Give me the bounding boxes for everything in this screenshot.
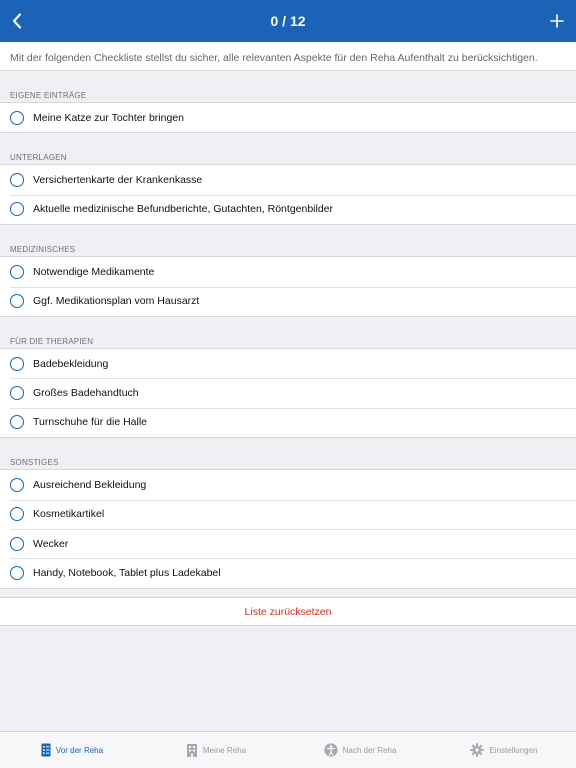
gear-icon — [470, 743, 485, 757]
tab-label: Einstellungen — [489, 745, 538, 755]
section-header: EIGENE EINTRÄGE — [10, 91, 87, 100]
tab-label: Nach der Reha — [342, 745, 397, 755]
navigation-bar: 0 / 12 — [0, 0, 576, 42]
item-label: Meine Katze zur Tochter bringen — [33, 111, 184, 124]
intro-text: Mit der folgenden Checkliste stellst du … — [0, 42, 576, 71]
item-label: Großes Badehandtuch — [33, 387, 139, 400]
item-label: Kosmetikartikel — [33, 508, 105, 521]
tab-nach-der-reha[interactable]: Nach der Reha — [288, 732, 432, 768]
checkbox-circle-icon[interactable] — [10, 477, 24, 492]
add-item-button[interactable] — [544, 8, 570, 34]
checkbox-circle-icon[interactable] — [10, 202, 24, 217]
tab-vor-der-reha[interactable]: Vor der Reha — [0, 732, 144, 768]
plus-icon — [550, 14, 564, 28]
reset-row: Liste zurücksetzen — [0, 597, 576, 626]
person-icon — [323, 743, 338, 757]
list-item[interactable]: Aktuelle medizinische Befundberichte, Gu… — [0, 194, 576, 224]
checklist-icon — [41, 743, 51, 757]
item-label: Ausreichend Bekleidung — [33, 478, 147, 491]
checkbox-circle-icon[interactable] — [10, 356, 24, 371]
section-header: FÜR DIE THERAPIEN — [10, 336, 94, 346]
tab-meine-reha[interactable]: Meine Reha — [144, 732, 288, 768]
item-label: Wecker — [33, 537, 69, 550]
section-group: Notwendige Medikamente Ggf. Medikationsp… — [0, 256, 576, 317]
list-item[interactable]: Ausreichend Bekleidung — [0, 470, 576, 499]
item-label: Turnschuhe für die Halle — [33, 416, 148, 429]
checkbox-circle-icon[interactable] — [10, 386, 24, 401]
list-item[interactable]: Handy, Notebook, Tablet plus Ladekabel — [0, 558, 576, 587]
checkbox-circle-icon[interactable] — [10, 536, 24, 551]
item-label: Badebekleidung — [33, 357, 109, 370]
section-header: SONSTIGES — [10, 458, 59, 468]
checkbox-circle-icon[interactable] — [10, 294, 24, 309]
checkbox-circle-icon[interactable] — [10, 565, 24, 580]
checkbox-circle-icon[interactable] — [10, 264, 24, 279]
checkbox-circle-icon[interactable] — [10, 110, 24, 125]
tab-bar: Vor der Reha Meine Reha Nach der Reha Ei… — [0, 731, 576, 768]
checkbox-circle-icon[interactable] — [10, 507, 24, 522]
list-item[interactable]: Versichertenkarte der Krankenkasse — [0, 165, 576, 194]
item-label: Aktuelle medizinische Befundberichte, Gu… — [33, 203, 334, 216]
section-group: Ausreichend Bekleidung Kosmetikartikel W… — [0, 469, 576, 589]
tab-label: Meine Reha — [202, 745, 247, 755]
checkbox-circle-icon[interactable] — [10, 173, 24, 188]
section-header: MEDIZINISCHES — [10, 245, 76, 255]
list-item[interactable]: Ggf. Medikationsplan vom Hausarzt — [0, 286, 576, 316]
back-button[interactable] — [4, 8, 30, 34]
reset-list-button[interactable]: Liste zurücksetzen — [245, 606, 332, 618]
list-item[interactable]: Badebekleidung — [0, 349, 576, 378]
list-item[interactable]: Meine Katze zur Tochter bringen — [0, 103, 576, 132]
section-group: Badebekleidung Großes Badehandtuch Turns… — [0, 347, 576, 439]
item-label: Versichertenkarte der Krankenkasse — [33, 174, 203, 187]
item-label: Notwendige Medikamente — [33, 265, 155, 278]
section-header: UNTERLAGEN — [10, 153, 67, 163]
section-group: Versichertenkarte der Krankenkasse Aktue… — [0, 164, 576, 226]
list-item[interactable]: Großes Badehandtuch — [0, 378, 576, 407]
tab-einstellungen[interactable]: Einstellungen — [432, 732, 576, 768]
list-item[interactable]: Kosmetikartikel — [0, 499, 576, 529]
checkbox-circle-icon[interactable] — [10, 415, 24, 430]
section-group: Meine Katze zur Tochter bringen — [0, 102, 576, 134]
page-title: 0 / 12 — [270, 13, 306, 29]
building-icon — [186, 744, 197, 757]
item-label: Handy, Notebook, Tablet plus Ladekabel — [33, 566, 221, 579]
list-item[interactable]: Notwendige Medikamente — [0, 257, 576, 286]
item-label: Ggf. Medikationsplan vom Hausarzt — [33, 295, 200, 308]
checklist: EIGENE EINTRÄGE Meine Katze zur Tochter … — [0, 71, 576, 589]
list-item[interactable]: Wecker — [0, 528, 576, 558]
chevron-left-icon — [12, 13, 22, 29]
list-item[interactable]: Turnschuhe für die Halle — [0, 407, 576, 437]
tab-label: Vor der Reha — [55, 745, 104, 755]
